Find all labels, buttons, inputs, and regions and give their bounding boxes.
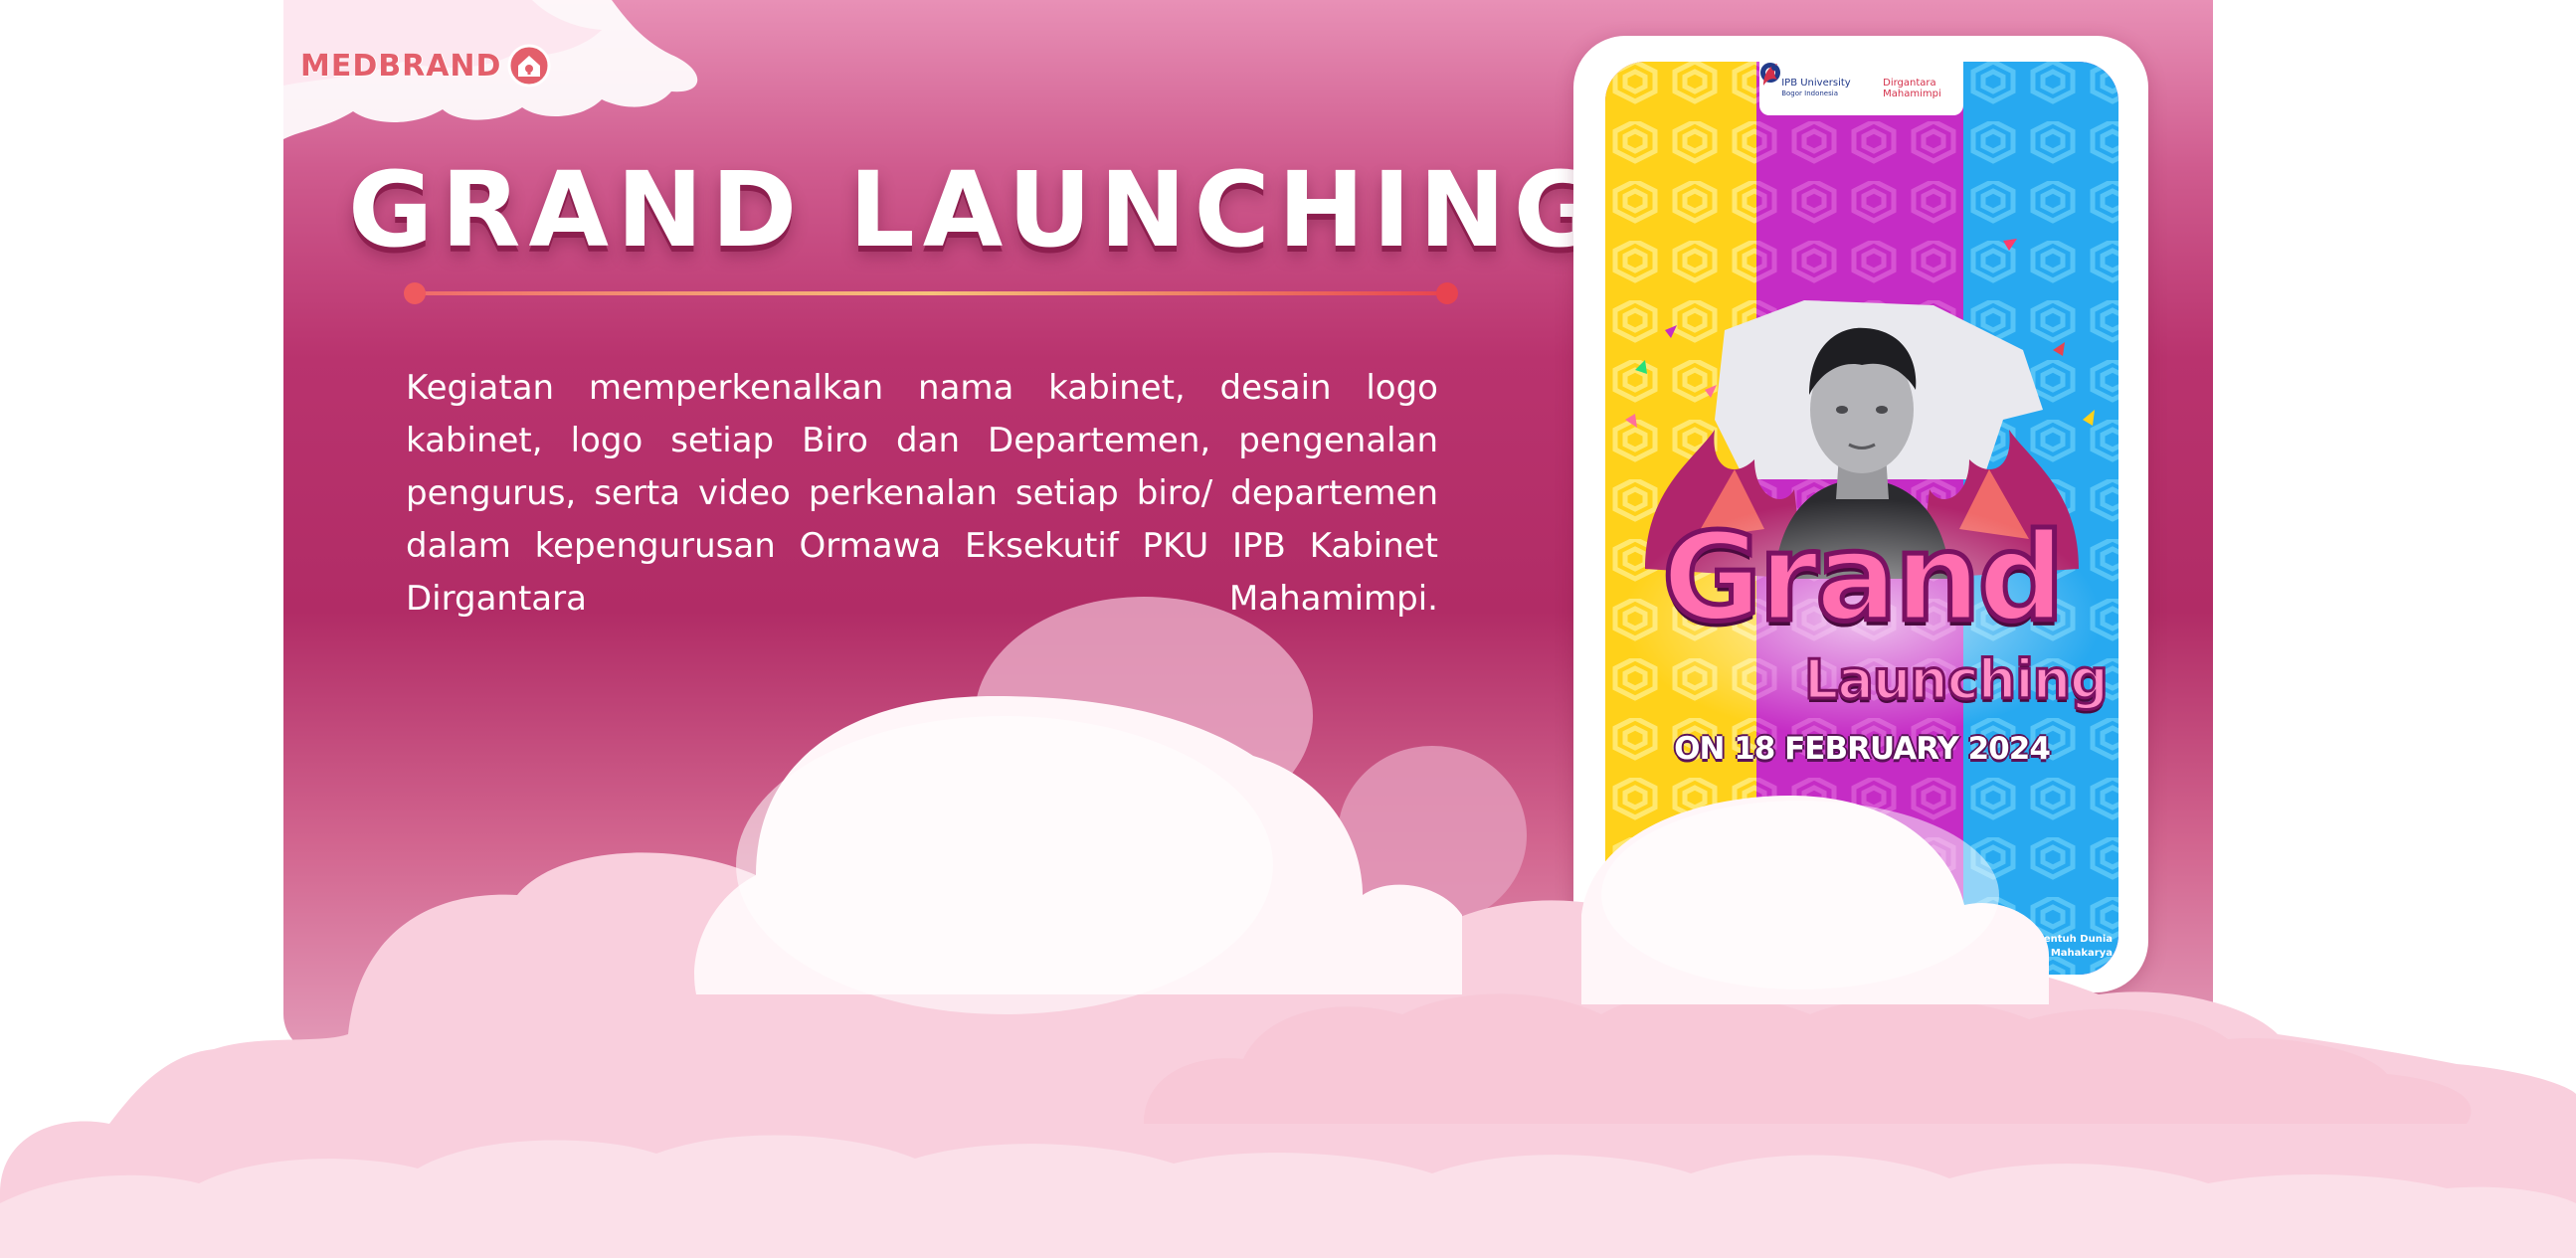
dirgantara-logo-line2: Mahamimpi (1883, 89, 1941, 99)
poster-tagline-line1: Sentuh Dunia (2036, 934, 2113, 945)
description-text: Kegiatan memperkenalkan nama kabinet, de… (406, 368, 1438, 619)
stage: MEDBRAND GRAND LAUNCHING Kegiatan memper… (0, 0, 2576, 1258)
dirgantara-wing-icon (1763, 64, 1777, 86)
dirgantara-logo-line1: Dirgantara (1883, 78, 1936, 89)
poster-title-grand: Grand (1660, 505, 2068, 651)
poster-date: ON 18 FEBRUARY 2024 (1674, 731, 2051, 767)
poster-tagline: Sentuh Dunia dengan Mahakarya (2005, 933, 2113, 961)
medbrand-house-icon (507, 44, 551, 88)
brand-name: MEDBRAND (300, 48, 502, 84)
event-poster[interactable]: IPB University Bogor Indonesia Dirgantar… (1605, 62, 2118, 975)
poster-tagline-line2: dengan Mahakarya (2005, 948, 2113, 959)
page-title: GRAND LAUNCHING (348, 149, 1607, 270)
ipb-logo-line1: IPB University (1781, 78, 1851, 89)
poster-title-launching: Launching (1803, 647, 2111, 713)
brand-logo-group[interactable]: MEDBRAND (300, 44, 551, 88)
poster-logo-strip: IPB University Bogor Indonesia Dirgantar… (1759, 62, 1963, 115)
dirgantara-mahamimpi-logo: Dirgantara Mahamimpi (1763, 64, 1941, 99)
title-divider (404, 282, 1458, 304)
ipb-logo-line2: Bogor Indonesia (1781, 90, 1838, 97)
ipb-university-logo: IPB University Bogor Indonesia (1760, 63, 1851, 99)
